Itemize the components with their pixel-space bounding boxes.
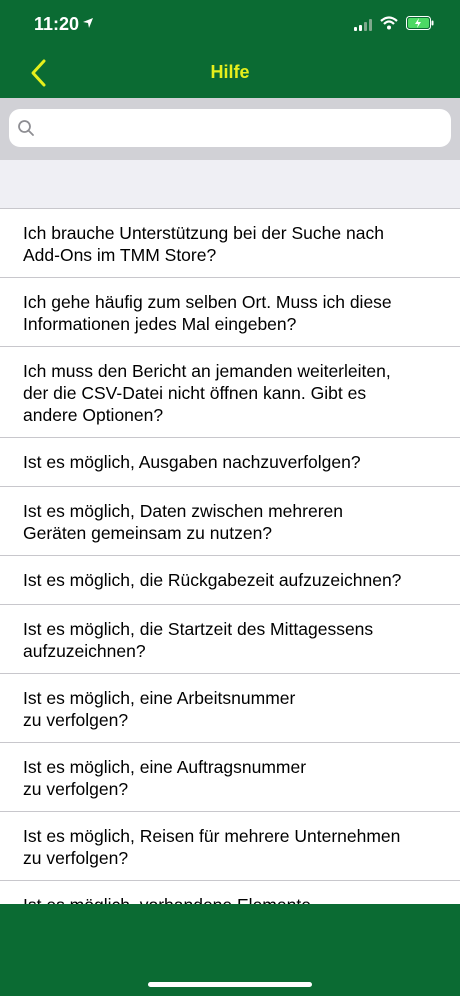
signal-icon [354,18,374,36]
faq-item[interactable]: Ist es möglich, vorhandene Elemente [0,881,460,904]
faq-item-text: Ich gehe häufig zum selben Ort. Muss ich… [23,292,392,334]
faq-item-text: Ist es möglich, Reisen für mehrere Unter… [23,826,401,868]
faq-item[interactable]: Ist es möglich, Ausgaben nachzuverfolgen… [0,438,460,487]
faq-item-text: Ist es möglich, die Startzeit des Mittag… [23,619,374,661]
faq-list[interactable]: Ich brauche Unterstützung bei der Suche … [0,209,460,904]
faq-item[interactable]: Ist es möglich, die Startzeit des Mittag… [0,605,460,674]
faq-item-text: Ist es möglich, vorhandene Elemente [23,894,443,904]
faq-item[interactable]: Ist es möglich, eine Auftragsnummer zu v… [0,743,460,812]
faq-item[interactable]: Ich muss den Bericht an jemanden weiterl… [0,347,460,438]
bottom-bar [0,904,460,996]
faq-item-text: Ist es möglich, die Rückgabezeit aufzuze… [23,570,402,590]
page-title: Hilfe [210,62,250,82]
faq-item-text: Ist es möglich, eine Arbeitsnummer zu ve… [23,688,296,730]
faq-item[interactable]: Ist es möglich, Reisen für mehrere Unter… [0,812,460,881]
faq-item-text: Ist es möglich, Ausgaben nachzuverfolgen… [23,452,361,472]
faq-item[interactable]: Ich gehe häufig zum selben Ort. Muss ich… [0,278,460,347]
section-header [0,160,460,209]
status-time: 11:20 [34,14,80,34]
battery-charging-icon [406,16,434,35]
faq-item-text: Ich muss den Bericht an jemanden weiterl… [23,361,391,425]
search-input[interactable] [43,109,447,149]
search-bar [0,98,460,160]
faq-item-text: Ich brauche Unterstützung bei der Suche … [23,223,384,265]
navigation-bar: Hilfe [0,50,460,98]
faq-item[interactable]: Ich brauche Unterstützung bei der Suche … [0,209,460,278]
location-arrow-icon [82,16,94,34]
home-indicator[interactable] [148,982,312,987]
search-icon [17,119,35,142]
wifi-icon [380,16,398,35]
status-bar: 11:20 [0,0,460,50]
search-field-container[interactable] [9,109,451,149]
faq-item[interactable]: Ist es möglich, Daten zwischen mehreren … [0,487,460,556]
faq-item-text: Ist es möglich, Daten zwischen mehreren … [23,501,343,543]
top-bar: 11:20 Hilfe [0,0,460,98]
faq-item-text: Ist es möglich, eine Auftragsnummer zu v… [23,757,307,799]
faq-item[interactable]: Ist es möglich, eine Arbeitsnummer zu ve… [0,674,460,743]
faq-item[interactable]: Ist es möglich, die Rückgabezeit aufzuze… [0,556,460,605]
